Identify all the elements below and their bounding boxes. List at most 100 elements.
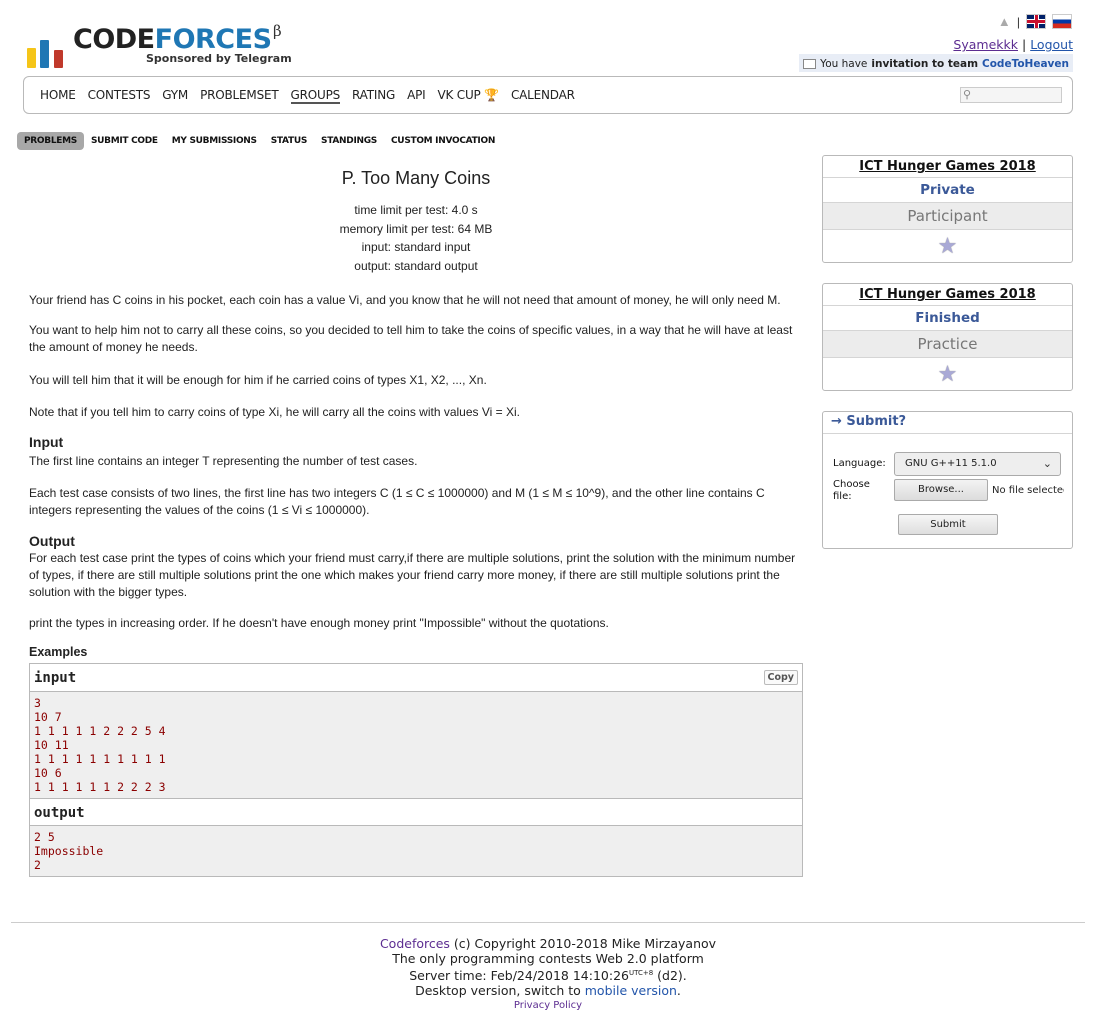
problem-limits: time limit per test: 4.0 s memory limit … <box>29 201 803 275</box>
tab-my-submissions[interactable]: My Submissions <box>165 132 264 150</box>
logo-beta: β <box>273 22 282 40</box>
menu-groups[interactable]: Groups <box>290 88 340 104</box>
menu-calendar[interactable]: Calendar <box>511 88 575 104</box>
output-paragraph-2: print the types in increasing order. If … <box>29 616 609 630</box>
invite-team-link[interactable]: CodeToHeaven <box>982 58 1069 70</box>
examples-title: Examples <box>29 645 88 659</box>
problem-title: P. Too Many Coins <box>341 168 491 188</box>
footer: Codeforces (c) Copyright 2010-2018 Mike … <box>0 936 1096 1013</box>
codeforces-logo[interactable]: Codeforces β Sponsored by Telegram <box>27 22 297 68</box>
menu-problemset[interactable]: Problemset <box>200 88 279 104</box>
user-links: Syamekkk | Logout <box>953 37 1073 52</box>
team-invitation-banner: You have invitation to team CodeToHeaven <box>799 54 1073 72</box>
footer-platform-line: The only programming contests Web 2.0 pl… <box>392 951 704 966</box>
star-icon[interactable]: ★ <box>938 362 958 387</box>
version-dot: . <box>676 983 681 999</box>
mobile-version-link[interactable]: mobile version <box>585 983 677 998</box>
tab-custom-invocation[interactable]: Custom Invocation <box>384 132 502 150</box>
russian-flag-icon[interactable] <box>1052 14 1072 29</box>
submit-button[interactable]: Submit <box>898 514 998 535</box>
legend-paragraph-4: Note that if you tell him to carry coins… <box>29 405 520 419</box>
second-level-menu: Problems Submit Code My Submissions Stat… <box>17 132 502 150</box>
language-select[interactable]: GNU G++11 5.1.0 ⌄ <box>894 452 1061 476</box>
contest-title-link[interactable]: ICT Hunger Games 2018 <box>823 156 1072 178</box>
no-file-selected-text: No file selected. <box>992 485 1064 496</box>
legend-paragraph-1: Your friend has C coins in his pocket, e… <box>29 293 781 307</box>
tab-problems[interactable]: Problems <box>17 132 84 150</box>
english-flag-icon[interactable] <box>1026 14 1046 29</box>
input-section-title: Input <box>29 434 64 450</box>
chevron-down-icon: ⌄ <box>1042 457 1052 470</box>
invite-prefix: You have <box>820 57 868 70</box>
sample-test: input Copy 3 10 7 1 1 1 1 1 2 2 2 5 4 10… <box>29 663 803 877</box>
footer-codeforces-link[interactable]: Codeforces <box>380 936 450 951</box>
star-icon[interactable]: ★ <box>938 234 958 259</box>
browse-button[interactable]: Browse... <box>894 479 988 501</box>
search-input[interactable]: ⚲ <box>960 87 1062 103</box>
copy-button[interactable]: Copy <box>763 670 798 685</box>
contest-role: Practice <box>823 331 1072 358</box>
language-switcher: ▲ | <box>998 14 1072 29</box>
contest-info-box-1: ICT Hunger Games 2018 Private Participan… <box>822 155 1073 263</box>
sample-output-body[interactable]: 2 5 Impossible 2 <box>30 826 802 876</box>
search-icon: ⚲ <box>963 89 972 101</box>
trophy-icon: 🏆 <box>484 88 499 102</box>
tab-submit-code[interactable]: Submit Code <box>84 132 165 150</box>
logo-code-text: Code <box>73 24 155 55</box>
language-value: GNU G++11 5.1.0 <box>905 458 997 469</box>
footer-copyright-line: Codeforces (c) Copyright 2010-2018 Mike … <box>0 936 1096 951</box>
output-file: output: standard output <box>354 258 478 273</box>
desktop-version-text: Desktop version, switch to <box>415 983 585 999</box>
contest-role: Participant <box>823 203 1072 230</box>
output-section-title: Output <box>29 533 75 549</box>
invite-bold: invitation to team <box>871 57 979 70</box>
notification-bell-icon[interactable]: ▲ <box>998 15 1011 28</box>
menu-home[interactable]: Home <box>40 88 76 104</box>
server-time: Server time: Feb/24/2018 14:10:26 <box>409 968 629 984</box>
logo-forces-text: forces <box>154 24 272 55</box>
tab-standings[interactable]: Standings <box>314 132 384 150</box>
lang-separator: | <box>1016 14 1020 29</box>
server-id: (d2). <box>653 968 687 984</box>
menu-contests[interactable]: Contests <box>88 88 151 104</box>
sample-input-body[interactable]: 3 10 7 1 1 1 1 1 2 2 2 5 4 10 11 1 1 1 1… <box>30 692 802 798</box>
language-label: Language: <box>833 458 886 469</box>
sample-input-header: input Copy <box>30 664 802 692</box>
memory-limit: memory limit per test: 64 MB <box>339 221 493 236</box>
input-file: input: standard input <box>361 240 471 254</box>
output-paragraph-1: For each test case print the types of co… <box>29 551 796 599</box>
favourite-star-row: ★ <box>823 358 1072 390</box>
choose-file-label: Choose file: <box>833 479 870 502</box>
logo-sponsor: Sponsored by Telegram <box>146 52 292 65</box>
time-limit: time limit per test: 4.0 s <box>354 203 478 217</box>
tab-status[interactable]: Status <box>264 132 314 150</box>
menu-vk-cup[interactable]: VK Cup 🏆 <box>437 88 500 104</box>
problem-statement: P. Too Many Coins time limit per test: 4… <box>29 168 803 877</box>
menu-gym[interactable]: Gym <box>162 88 188 104</box>
envelope-icon <box>803 58 817 69</box>
logout-link[interactable]: Logout <box>1030 37 1073 52</box>
submit-box: → Submit? Language: GNU G++11 5.1.0 ⌄ Ch… <box>822 411 1073 549</box>
sample-output-label: output <box>34 805 85 821</box>
legend-paragraph-2: You want to help him not to carry all th… <box>29 323 793 354</box>
submit-box-title: → Submit? <box>823 412 1072 434</box>
sample-input-label: input <box>34 670 77 686</box>
contest-info-box-2: ICT Hunger Games 2018 Finished Practice … <box>822 283 1073 391</box>
footer-version-line: Desktop version, switch to mobile versio… <box>0 983 1096 998</box>
menu-rating[interactable]: Rating <box>352 88 395 104</box>
favourite-star-row: ★ <box>823 230 1072 262</box>
user-separator: | <box>1021 37 1027 52</box>
privacy-policy-link[interactable]: Privacy Policy <box>514 1000 582 1011</box>
timezone: UTC+8 <box>628 969 654 977</box>
legend-paragraph-3: You will tell him that it will be enough… <box>29 373 487 387</box>
footer-copyright: (c) Copyright 2010-2018 Mike Mirzayanov <box>449 936 717 951</box>
contest-type: Private <box>823 178 1072 203</box>
user-handle-link[interactable]: Syamekkk <box>953 37 1018 52</box>
menu-vk-cup-label: VK Cup <box>437 88 481 102</box>
footer-server-time-line: Server time: Feb/24/2018 14:10:26UTC+8 (… <box>0 966 1096 983</box>
footer-divider <box>11 922 1085 923</box>
contest-type: Finished <box>823 306 1072 331</box>
menu-api[interactable]: API <box>407 88 426 104</box>
main-menu: Home Contests Gym Problemset Groups Rati… <box>23 76 1073 114</box>
contest-title-link[interactable]: ICT Hunger Games 2018 <box>823 284 1072 306</box>
